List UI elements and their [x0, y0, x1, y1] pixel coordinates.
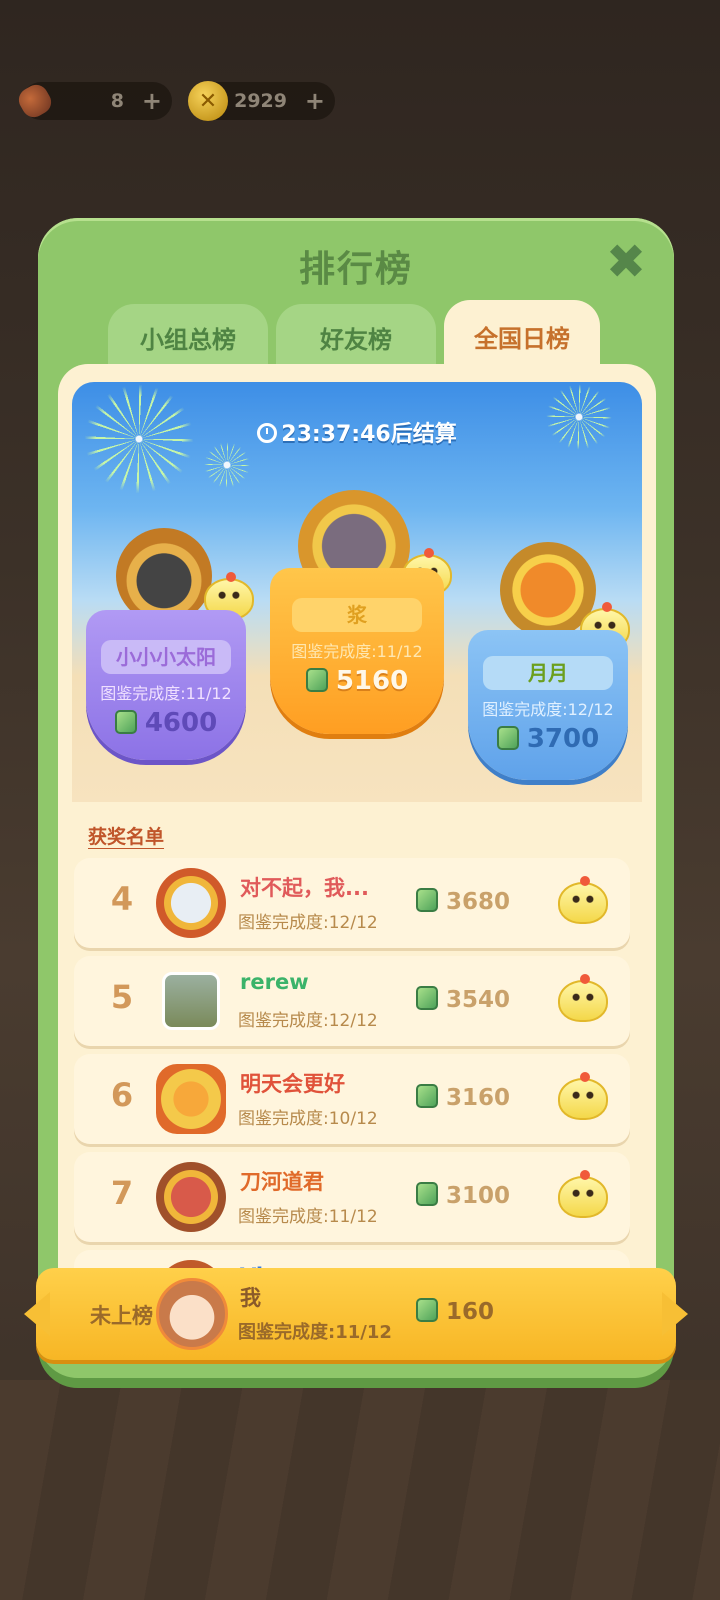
- list-item[interactable]: 6 明天会更好 图鉴完成度:10/12 3160: [74, 1054, 630, 1144]
- player-name: 对不起，我...: [240, 876, 369, 900]
- podium-score: 5160: [270, 666, 444, 696]
- floor-background: [0, 1380, 720, 1600]
- settlement-timer: 23:37:46后结算: [72, 416, 642, 448]
- avatar[interactable]: [156, 1064, 226, 1134]
- chick-icon[interactable]: [558, 876, 608, 924]
- tab-friends[interactable]: 好友榜: [276, 304, 436, 370]
- gem-icon: [416, 986, 438, 1010]
- rank-number: 6: [110, 1076, 134, 1114]
- podium-first-place[interactable]: 浆 图鉴完成度:11/12 5160: [270, 568, 444, 734]
- coin-counter[interactable]: ✕ 2929 +: [188, 81, 335, 121]
- clock-icon: [257, 423, 278, 443]
- my-rank-status: 未上榜: [90, 1304, 153, 1328]
- podium-progress: 图鉴完成度:12/12: [482, 700, 614, 719]
- podium-progress: 图鉴完成度:11/12: [100, 684, 232, 703]
- player-name: rerew: [240, 970, 309, 994]
- timer-text: 23:37:46后结算: [281, 422, 457, 447]
- player-score: 3160: [416, 1084, 510, 1111]
- avatar[interactable]: [156, 868, 226, 938]
- coin-icon: ✕: [188, 81, 228, 121]
- podium-name: 月月: [483, 656, 613, 690]
- list-item[interactable]: 7 刀河道君 图鉴完成度:11/12 3100: [74, 1152, 630, 1242]
- player-progress: 图鉴完成度:12/12: [238, 913, 378, 933]
- my-rank-bar[interactable]: 未上榜 我 图鉴完成度:11/12 160: [36, 1268, 676, 1360]
- list-item[interactable]: 5 rerew 图鉴完成度:12/12 3540: [74, 956, 630, 1046]
- tab-national-daily[interactable]: 全国日榜: [444, 300, 600, 372]
- player-score: 3100: [416, 1182, 510, 1209]
- my-name: 我: [240, 1286, 261, 1310]
- gem-icon: [305, 668, 328, 692]
- player-score: 3680: [416, 888, 510, 915]
- list-item[interactable]: 4 对不起，我... 图鉴完成度:12/12 3680: [74, 858, 630, 948]
- avatar[interactable]: [156, 1162, 226, 1232]
- my-avatar[interactable]: [156, 1278, 228, 1350]
- podium-name: 小小小太阳: [101, 640, 231, 674]
- gem-icon: [416, 1084, 438, 1108]
- modal-title: 排行榜: [298, 249, 413, 290]
- firecracker-count: 8: [110, 90, 124, 112]
- leaderboard-modal: 排行榜 ✖ 小组总榜 好友榜 全国日榜 23:37:46后结算 33 小小小太阳…: [38, 218, 674, 1378]
- player-progress: 图鉴完成度:11/12: [238, 1207, 378, 1227]
- my-progress: 图鉴完成度:11/12: [238, 1322, 392, 1343]
- player-score: 3540: [416, 986, 510, 1013]
- gem-icon: [416, 888, 438, 912]
- player-progress: 图鉴完成度:10/12: [238, 1109, 378, 1129]
- avatar[interactable]: [162, 972, 220, 1030]
- tab-group-total[interactable]: 小组总榜: [108, 304, 268, 370]
- rank-number: 7: [110, 1174, 134, 1212]
- gem-icon: [416, 1298, 438, 1322]
- my-score: 160: [416, 1298, 494, 1325]
- rank-number: 5: [110, 978, 134, 1016]
- player-progress: 图鉴完成度:12/12: [238, 1011, 378, 1031]
- close-icon[interactable]: ✖: [602, 238, 650, 286]
- chick-icon[interactable]: [558, 1170, 608, 1218]
- player-name: 明天会更好: [240, 1072, 345, 1096]
- podium-third-place[interactable]: 月月 图鉴完成度:12/12 3700: [468, 630, 628, 780]
- player-name: 刀河道君: [240, 1170, 324, 1194]
- add-coin-button[interactable]: +: [305, 87, 325, 115]
- podium-progress: 图鉴完成度:11/12: [291, 642, 423, 661]
- rank-number: 4: [110, 880, 134, 918]
- podium-name: 浆: [292, 598, 422, 632]
- winners-list-title: 获奖名单: [88, 826, 165, 848]
- coin-count: 2929: [234, 90, 287, 112]
- gem-icon: [114, 710, 137, 734]
- gem-icon: [496, 726, 519, 750]
- podium-hero: 23:37:46后结算 33 小小小太阳 图鉴完成度:11/12 4600 浆 …: [72, 382, 642, 802]
- podium-score: 4600: [86, 708, 246, 738]
- podium-score: 3700: [468, 724, 628, 754]
- chick-icon[interactable]: [558, 974, 608, 1022]
- firecracker-counter[interactable]: 8 +: [14, 80, 172, 122]
- podium-second-place[interactable]: 小小小太阳 图鉴完成度:11/12 4600: [86, 610, 246, 760]
- leaderboard-panel: 23:37:46后结算 33 小小小太阳 图鉴完成度:11/12 4600 浆 …: [58, 364, 656, 1364]
- add-firecracker-button[interactable]: +: [142, 87, 162, 115]
- chick-icon[interactable]: [558, 1072, 608, 1120]
- gem-icon: [416, 1182, 438, 1206]
- rank-list[interactable]: 4 对不起，我... 图鉴完成度:12/12 3680 5 rerew 图鉴完成…: [74, 858, 630, 1278]
- firework-decoration: [204, 442, 250, 488]
